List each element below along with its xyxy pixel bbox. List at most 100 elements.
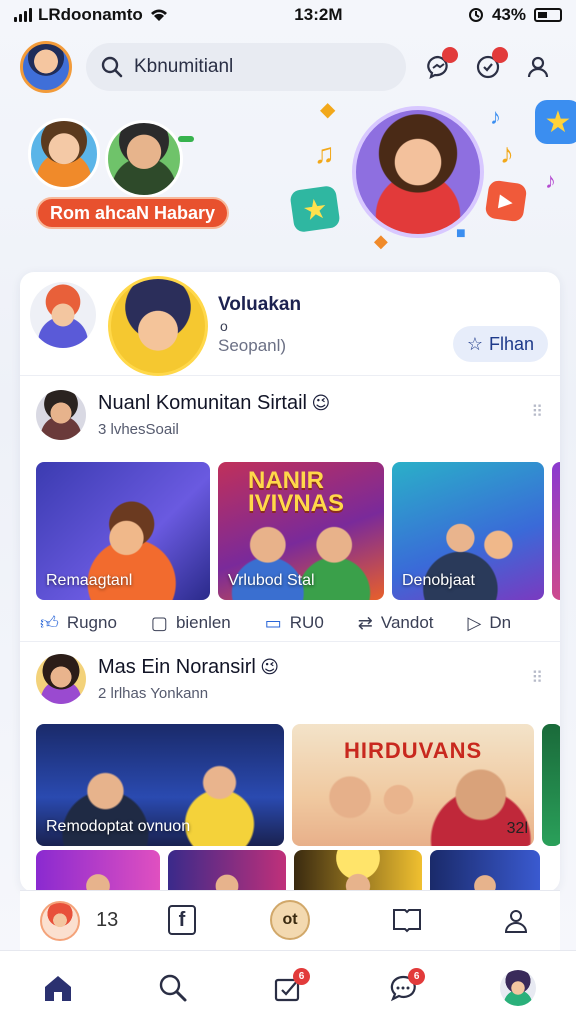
emoji-icon: 😉 — [260, 657, 280, 677]
search-icon — [101, 56, 123, 78]
post-header: Nuanl Komunitan Sirtail 😉 3 lvhesSoail — [36, 390, 330, 440]
video-thumbnail[interactable]: HIRDUVANS 32l — [292, 724, 534, 846]
friend-avatar-1[interactable] — [28, 118, 100, 190]
page-icon[interactable]: f — [168, 905, 196, 935]
messenger-button[interactable] — [420, 47, 458, 85]
play-sticker-icon: ▶ — [484, 179, 528, 223]
post-title[interactable]: Nuanl Komunitan Sirtail — [98, 392, 307, 414]
reply-label: RU0 — [289, 613, 324, 632]
more-media-row — [36, 850, 540, 890]
secondary-toolbar: 13 f ot — [20, 890, 560, 950]
thumbnail-label: Remodoptat ovnuon — [46, 818, 191, 835]
signal-icon — [14, 8, 32, 22]
media-thumbnail-partial[interactable] — [552, 462, 560, 600]
post-media: Remaagtanl NANIR IVIVNAS Vrlubod Stal De… — [36, 462, 560, 600]
story-count: 13 — [96, 909, 119, 931]
mini-avatar[interactable] — [30, 282, 96, 348]
thumbnail-title: HIRDUVANS — [344, 738, 483, 763]
profile-icon — [527, 56, 549, 78]
post-title[interactable]: Mas Ein Noransirl — [98, 656, 256, 678]
sparkle-icon: ◆ — [320, 99, 336, 121]
search-input[interactable]: Kbnumitianl — [134, 56, 233, 78]
friend-avatar-2[interactable] — [105, 120, 183, 198]
nav-explore[interactable] — [149, 964, 197, 1012]
star-sticker-icon: ★ — [289, 185, 341, 233]
music-note-icon-3: ♪ — [490, 104, 501, 129]
share-label: Dn — [489, 613, 512, 632]
featured-avatar[interactable] — [352, 106, 484, 238]
profile-subtitle: Seopanl) — [218, 336, 287, 355]
feed-card: Voluakan o Seopanl) ☆ Flhan Nuanl Komuni… — [20, 272, 560, 892]
post-author-avatar[interactable] — [36, 390, 86, 440]
notifications-button[interactable] — [470, 47, 508, 85]
reply-button[interactable]: ▭ RU0 — [265, 612, 324, 634]
media-thumbnail[interactable] — [36, 850, 160, 890]
media-thumbnail[interactable] — [168, 850, 286, 890]
share-button[interactable]: ▷ Dn — [468, 612, 512, 634]
star-sticker-icon-2: ★ — [535, 100, 576, 144]
carrier-name: LRdoonamto — [38, 5, 143, 24]
hero-banner-area: Rom ahcaN Habary ★ ▶ ★ ♫ ♪ ♪ ♪ ◆ ◆ ■ — [0, 100, 576, 265]
profile-row: Voluakan o Seopanl) ☆ Flhan — [20, 272, 560, 376]
music-note-icon-2: ♪ — [500, 138, 514, 169]
post-header: Mas Ein Noransirl 😉 2 lrlhas Yonkann — [36, 654, 279, 704]
media-thumbnail[interactable] — [294, 850, 422, 890]
music-note-icon-4: ♪ — [545, 168, 556, 193]
profile-button[interactable] — [520, 49, 556, 85]
comment-icon: ▢ — [150, 612, 168, 633]
nav-inbox[interactable]: 6 — [264, 964, 312, 1012]
media-thumbnail[interactable] — [430, 850, 540, 890]
post-meta: 2 lrlhas Yonkann — [98, 685, 209, 702]
nav-home[interactable] — [34, 964, 82, 1012]
comment-button[interactable]: ▢ bienlen — [151, 612, 231, 634]
search-bar[interactable]: Kbnumitianl — [86, 43, 406, 91]
star-icon: ☆ — [466, 333, 483, 354]
nav-profile[interactable] — [494, 964, 542, 1012]
profile-avatar-icon — [500, 969, 537, 1006]
status-right: 43% — [468, 5, 562, 25]
like-button[interactable]: 👍︎ Rugno — [40, 612, 117, 634]
person-icon[interactable] — [500, 905, 532, 937]
top-header: Kbnumitianl — [20, 40, 556, 94]
profile-avatar[interactable] — [108, 276, 208, 376]
chat-icon: ▭ — [264, 612, 282, 633]
story-avatar[interactable] — [40, 900, 80, 941]
repost-button[interactable]: ⇄ Vandot — [358, 612, 434, 634]
center-action-button[interactable]: ot — [270, 900, 310, 940]
media-thumbnail[interactable]: Denobjaat — [392, 462, 544, 600]
follow-label: Flhan — [488, 333, 534, 354]
bottom-navigation: 6 6 — [0, 950, 576, 1024]
center-action-label: ot — [282, 911, 298, 928]
post-media: Remodoptat ovnuon HIRDUVANS 32l — [36, 724, 560, 846]
media-thumbnail[interactable]: Remaagtanl — [36, 462, 210, 600]
media-thumbnail[interactable]: NANIR IVIVNAS Vrlubod Stal — [218, 462, 384, 600]
status-bar: LRdoonamto 13:2M 43% — [0, 0, 576, 30]
video-thumbnail[interactable]: Remodoptat ovnuon — [36, 724, 284, 846]
emoji-icon: 😉 — [311, 393, 331, 413]
repost-icon: ⇄ — [357, 612, 373, 633]
video-thumbnail-partial[interactable] — [542, 724, 560, 846]
messenger-badge — [442, 47, 458, 63]
repost-label: Vandot — [380, 613, 434, 632]
thumbnail-number: 32l — [506, 820, 528, 837]
hero-banner-label[interactable]: Rom ahcaN Habary — [36, 197, 230, 229]
explore-icon — [159, 974, 187, 1001]
book-icon[interactable] — [392, 905, 422, 935]
more-options-icon[interactable]: ⠿ — [531, 402, 544, 422]
alarm-icon — [468, 8, 483, 22]
sparkle-icon-2: ◆ — [374, 231, 388, 251]
post-author-avatar[interactable] — [36, 654, 86, 704]
thumbnail-label: Denobjaat — [402, 572, 475, 589]
nav-chat[interactable]: 6 — [379, 964, 427, 1012]
inbox-badge: 6 — [292, 967, 310, 985]
friend-tag — [178, 136, 194, 142]
profile-name[interactable]: Voluakan — [218, 294, 301, 316]
follow-button[interactable]: ☆ Flhan — [452, 326, 548, 362]
user-avatar[interactable] — [20, 41, 72, 93]
sparkle-icon-3: ■ — [456, 225, 466, 242]
like-icon: 👍︎ — [40, 613, 59, 633]
like-label: Rugno — [66, 613, 117, 632]
home-icon — [44, 975, 71, 1001]
chat-badge: 6 — [408, 967, 426, 985]
more-options-icon[interactable]: ⠿ — [531, 668, 544, 688]
